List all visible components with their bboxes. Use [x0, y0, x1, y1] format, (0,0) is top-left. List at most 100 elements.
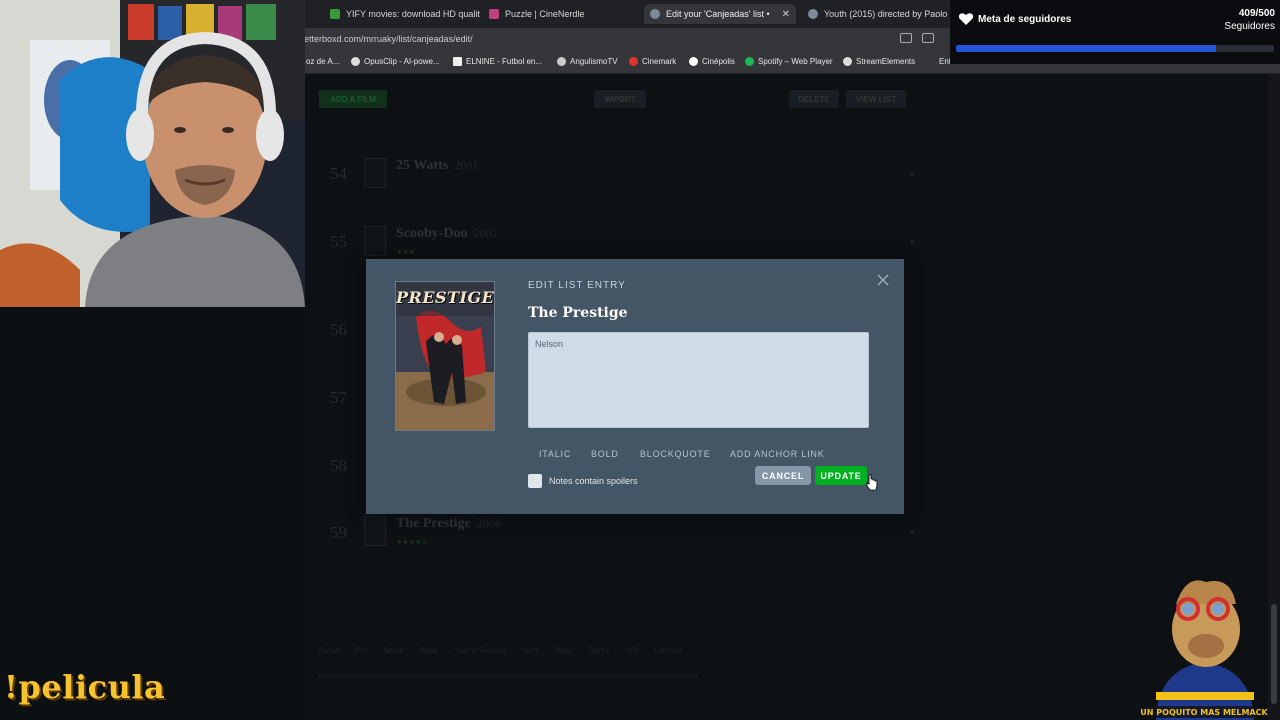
footer-link: Contact — [654, 646, 682, 655]
spoilers-checkbox[interactable] — [528, 474, 542, 488]
footer-link: API — [625, 646, 639, 655]
list-item-number: 56 — [330, 320, 347, 339]
poster-title: PRESTIGE — [396, 288, 495, 307]
tab-letterboxd-edit[interactable]: Edit your 'Canjeadas' list • Letterboxd … — [644, 4, 796, 24]
letterboxd-favicon-icon — [808, 9, 818, 19]
heart-icon — [958, 13, 974, 25]
footer-link: Help — [555, 646, 572, 655]
opusclip-icon — [351, 57, 360, 66]
rating-stars: ★★★★½ — [396, 539, 427, 546]
follower-goal-widget: Meta de seguidores 409/500 Seguidores — [950, 0, 1280, 64]
drag-handle-icon — [910, 172, 914, 176]
footer-link: Gifts — [522, 646, 540, 655]
add-film-button: ADD A FILM — [319, 90, 387, 108]
film-title: The Prestige — [396, 516, 471, 531]
review-notes-textarea[interactable]: Nelson — [528, 332, 869, 428]
bookmark-item[interactable]: AngulismoTV — [557, 57, 618, 66]
webcam-image — [0, 0, 305, 307]
goal-progress-bar — [956, 45, 1274, 52]
bookmark-label: oz de A... — [306, 57, 340, 66]
cancel-button[interactable]: CANCEL — [755, 466, 811, 485]
close-tab-icon[interactable]: ✕ — [782, 9, 790, 20]
bookmark-label: Cinemark — [642, 57, 677, 66]
mascot-caption: UN POQUITO MAS MELMACK — [1140, 708, 1268, 717]
bookmark-label: Cinépolis — [702, 57, 735, 66]
delete-button: DELETE — [789, 90, 839, 108]
bookmark-item[interactable]: Spotify – Web Player — [745, 57, 833, 66]
rating-stars: ★★★ — [396, 249, 415, 256]
list-item-title: 25 Watts 2001 — [396, 158, 478, 174]
cinepolis-icon — [689, 57, 698, 66]
goal-progress-fill — [956, 45, 1217, 52]
hand-cursor-icon — [866, 474, 878, 491]
drag-handle-icon — [910, 530, 914, 534]
site-footer: About Pro News Apps Year in Review Gifts… — [318, 646, 682, 655]
tab-cinenerdle[interactable]: Puzzle | CineNerdle — [489, 4, 629, 24]
bookmark-label: ELNINE - Futbol en... — [466, 57, 543, 66]
elnine-icon — [453, 57, 462, 66]
cinenerdle-favicon-icon — [489, 9, 499, 19]
tab-label: YIFY movies: download HD quality — [346, 9, 480, 19]
url-text[interactable]: etterboxd.com/mrruaky/list/canjeadas/edi… — [304, 34, 473, 44]
tab-yify[interactable]: YIFY movies: download HD quality — [330, 4, 480, 24]
bookmark-label: OpusClip - AI-powe... — [364, 57, 440, 66]
film-title: Scooby-Doo — [396, 226, 468, 241]
bold-button[interactable]: BOLD — [591, 449, 619, 459]
goal-unit: Seguidores — [1224, 21, 1275, 32]
list-item-number: 55 — [330, 232, 347, 251]
spotify-icon — [745, 57, 754, 66]
film-title: The Prestige — [528, 305, 628, 321]
translate-icon[interactable] — [900, 33, 912, 43]
poster-thumbnail — [364, 516, 386, 546]
streamelements-icon — [843, 57, 852, 66]
footer-link: Pro — [354, 646, 368, 655]
angulismo-icon — [557, 57, 566, 66]
tab-youth[interactable]: Youth (2015) directed by Paolo Sorrentin… — [808, 4, 950, 24]
tab-label: Puzzle | CineNerdle — [505, 9, 585, 19]
bookmark-label: StreamElements — [856, 57, 916, 66]
address-bar-icons — [900, 33, 934, 43]
poster-thumbnail — [364, 158, 386, 188]
spoilers-checkbox-label: Notes contain spoilers — [549, 476, 638, 486]
bookmark-label: Spotify – Web Player — [758, 57, 833, 66]
footer-link: Year in Review — [453, 646, 507, 655]
footer-link: Terms — [587, 646, 610, 655]
goal-label: Meta de seguidores — [978, 14, 1072, 25]
add-anchor-link-button[interactable]: ADD ANCHOR LINK — [730, 449, 825, 459]
bookmark-item[interactable]: ELNINE - Futbol en... — [453, 57, 542, 66]
bookmark-item[interactable]: Cinemark — [629, 57, 676, 66]
footer-link: Apps — [419, 646, 438, 655]
tab-label: Youth (2015) directed by Paolo Sorrentin… — [824, 9, 950, 19]
view-list-button: VIEW LIST — [846, 90, 906, 108]
yify-favicon-icon — [330, 9, 340, 19]
poster-thumbnail — [364, 226, 386, 256]
drag-handle-icon — [910, 240, 914, 244]
blockquote-button[interactable]: BLOCKQUOTE — [640, 449, 711, 459]
bookmark-item[interactable]: oz de A... — [306, 57, 339, 66]
italic-button[interactable]: ITALIC — [539, 449, 571, 459]
letterboxd-favicon-icon — [650, 9, 660, 19]
list-item-number: 58 — [330, 456, 347, 475]
bookmark-label: AngulismoTV — [570, 57, 618, 66]
cast-icon[interactable] — [922, 33, 934, 43]
mascot-image: UN POQUITO MAS MELMACK — [1140, 580, 1269, 720]
list-item-number: 57 — [330, 388, 347, 407]
cinemark-icon — [629, 57, 638, 66]
tab-label: Edit your 'Canjeadas' list • Letterboxd — [666, 9, 772, 19]
bookmark-item[interactable]: StreamElements — [843, 57, 915, 66]
chat-command-text: !pelicula — [4, 668, 166, 706]
film-year: 2002 — [473, 226, 498, 240]
film-poster: PRESTIGE — [395, 281, 495, 431]
footer-copyright-bar — [318, 674, 698, 678]
list-item-title: Scooby-Doo 2002 — [396, 226, 498, 242]
film-year: 2006 — [476, 516, 501, 530]
update-button[interactable]: UPDATE — [815, 466, 867, 485]
film-title: 25 Watts — [396, 158, 449, 173]
list-item-number: 54 — [330, 164, 347, 183]
screen: YIFY movies: download HD quality Puzzle … — [0, 0, 1280, 720]
import-button: IMPORT — [594, 90, 646, 108]
bookmark-item[interactable]: OpusClip - AI-powe... — [351, 57, 440, 66]
close-icon[interactable] — [876, 273, 890, 287]
list-item-title: The Prestige 2006 — [396, 516, 501, 532]
bookmark-item[interactable]: Cinépolis — [689, 57, 735, 66]
